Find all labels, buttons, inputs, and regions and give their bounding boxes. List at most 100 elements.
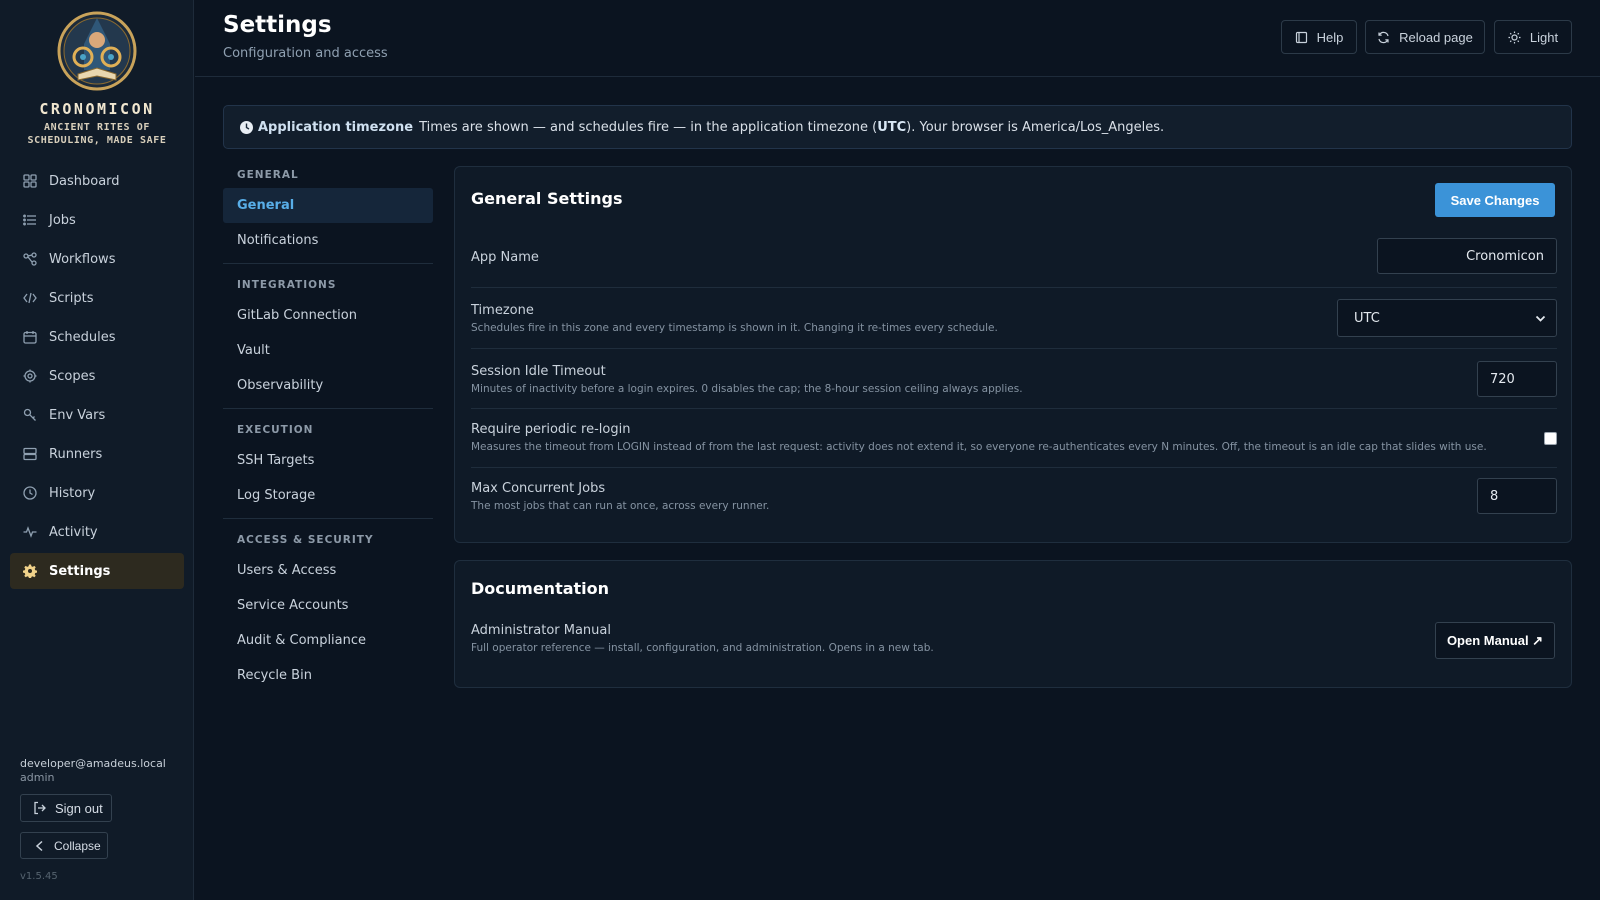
clock-icon <box>23 486 37 500</box>
nav-item-schedules[interactable]: Schedules <box>10 319 184 355</box>
subnav-heading-integrations: INTEGRATIONS <box>237 279 337 291</box>
timezone-select[interactable]: UTC <box>1337 299 1557 337</box>
sun-icon <box>1508 31 1521 43</box>
sign-out-button[interactable]: Sign out <box>20 794 112 822</box>
nav-item-label: Jobs <box>49 212 76 228</box>
clock-icon <box>240 120 253 134</box>
session-idle-input[interactable] <box>1477 361 1557 397</box>
chevron-down-icon <box>1535 315 1546 322</box>
timezone-row: Timezone Schedules fire in this zone and… <box>471 288 1557 349</box>
nav-item-jobs[interactable]: Jobs <box>10 202 184 238</box>
panel-title: General Settings <box>471 189 623 208</box>
subnav-item-recycle-bin[interactable]: Recycle Bin <box>223 658 433 693</box>
subnav-item-vault[interactable]: Vault <box>223 333 433 368</box>
max-jobs-input[interactable] <box>1477 478 1557 514</box>
reload-page-button[interactable]: Reload page <box>1365 20 1485 54</box>
collapse-button[interactable]: Collapse <box>20 832 108 859</box>
code-icon <box>23 292 37 304</box>
nav-item-scopes[interactable]: Scopes <box>10 358 184 394</box>
subnav-item-notifications[interactable]: Notifications <box>223 223 433 258</box>
workflow-icon <box>23 252 37 266</box>
settings-subnav: GENERAL General Notifications INTEGRATIO… <box>223 163 433 693</box>
theme-toggle-button[interactable]: Light <box>1494 20 1572 54</box>
max-jobs-label: Max Concurrent Jobs <box>471 481 606 496</box>
docs-title: Documentation <box>471 579 610 598</box>
key-icon <box>23 408 36 421</box>
banner-text-before: Times are shown — and schedules fire — i… <box>419 119 878 135</box>
subnav-item-observability[interactable]: Observability <box>223 368 433 403</box>
nav-item-label: Schedules <box>49 329 116 345</box>
relogin-label: Require periodic re-login <box>471 422 631 437</box>
list-icon <box>23 214 36 226</box>
subnav-item-gitlab-connection[interactable]: GitLab Connection <box>223 298 433 333</box>
nav-item-runners[interactable]: Runners <box>10 436 184 472</box>
gear-icon <box>23 564 37 578</box>
nav-item-scripts[interactable]: Scripts <box>10 280 184 316</box>
documentation-panel: Documentation Administrator Manual Full … <box>454 560 1572 688</box>
subnav-item-users-access[interactable]: Users & Access <box>223 553 433 588</box>
main-nav: Dashboard Jobs Workflows Scripts Schedul… <box>10 163 184 592</box>
help-label: Help <box>1316 29 1344 45</box>
subnav-divider <box>223 263 433 264</box>
subnav-item-general[interactable]: General <box>223 188 433 223</box>
nav-item-label: Settings <box>49 563 111 579</box>
brand-name: CRONOMICON <box>39 100 155 118</box>
banner-text-after: ). Your browser is America/Los_Angeles. <box>906 119 1165 135</box>
page-header: Settings Configuration and access Help R… <box>195 0 1600 77</box>
subnav-divider <box>223 518 433 519</box>
nav-item-label: Runners <box>49 446 103 462</box>
book-icon <box>1295 31 1307 43</box>
brand-tagline-line1: ANCIENT RITES OF <box>44 122 150 133</box>
chevron-left-icon <box>35 840 43 851</box>
reload-label: Reload page <box>1399 29 1473 45</box>
session-idle-desc: Minutes of inactivity before a login exp… <box>471 383 1023 395</box>
subnav-item-audit-compliance[interactable]: Audit & Compliance <box>223 623 433 658</box>
nav-item-workflows[interactable]: Workflows <box>10 241 184 277</box>
relogin-checkbox[interactable] <box>1544 432 1557 445</box>
nav-item-activity[interactable]: Activity <box>10 514 184 550</box>
app-version: v1.5.45 <box>20 871 58 882</box>
server-icon <box>23 447 37 461</box>
nav-item-label: Dashboard <box>49 173 120 189</box>
grid-icon <box>23 174 37 188</box>
nav-item-history[interactable]: History <box>10 475 184 511</box>
nav-item-label: History <box>49 485 96 501</box>
relogin-row: Require periodic re-login Measures the t… <box>471 409 1557 468</box>
nav-item-dashboard[interactable]: Dashboard <box>10 163 184 199</box>
manual-label: Administrator Manual <box>471 623 611 638</box>
subnav-heading-general: GENERAL <box>237 169 299 181</box>
collapse-label: Collapse <box>54 838 101 853</box>
nav-item-label: Scripts <box>49 290 94 306</box>
nav-item-label: Env Vars <box>49 407 106 423</box>
save-changes-button[interactable]: Save Changes <box>1435 183 1555 217</box>
page-subtitle: Configuration and access <box>223 46 388 61</box>
general-settings-panel: General Settings Save Changes App Name T… <box>454 166 1572 543</box>
sign-out-icon <box>34 801 46 815</box>
subnav-item-service-accounts[interactable]: Service Accounts <box>223 588 433 623</box>
relogin-desc: Measures the timeout from LOGIN instead … <box>471 441 1487 453</box>
nav-item-settings[interactable]: Settings <box>10 553 184 589</box>
nav-item-env-vars[interactable]: Env Vars <box>10 397 184 433</box>
app-name-label: App Name <box>471 250 539 265</box>
timezone-label: Timezone <box>471 303 534 318</box>
timezone-selected-value: UTC <box>1354 310 1380 326</box>
subnav-item-ssh-targets[interactable]: SSH Targets <box>223 443 433 478</box>
page-title: Settings <box>223 12 332 38</box>
cronomicon-logo[interactable] <box>56 10 138 92</box>
user-email: developer@amadeus.local <box>20 757 166 770</box>
manual-desc: Full operator reference — install, confi… <box>471 642 934 654</box>
banner-timezone: UTC <box>877 119 907 135</box>
brand-tagline: ANCIENT RITES OF SCHEDULING, MADE SAFE <box>0 121 194 147</box>
user-role: admin <box>20 771 55 784</box>
brand-tagline-line2: SCHEDULING, MADE SAFE <box>27 135 167 146</box>
target-icon <box>23 369 37 383</box>
session-idle-label: Session Idle Timeout <box>471 364 606 379</box>
subnav-item-log-storage[interactable]: Log Storage <box>223 478 433 513</box>
calendar-icon <box>23 331 37 344</box>
help-button[interactable]: Help <box>1281 20 1357 54</box>
app-name-input[interactable] <box>1377 238 1557 274</box>
activity-icon <box>23 526 37 538</box>
refresh-icon <box>1378 31 1389 43</box>
open-manual-button[interactable]: Open Manual ↗ <box>1435 622 1555 659</box>
timezone-banner: Application timezone Times are shown — a… <box>223 105 1572 149</box>
